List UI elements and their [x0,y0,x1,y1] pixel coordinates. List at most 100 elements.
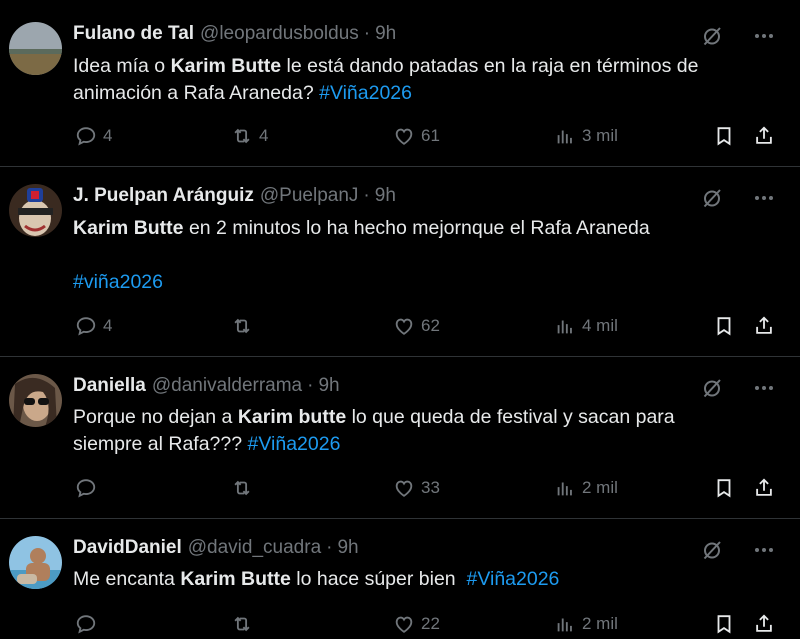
views-button[interactable]: 2 mil [554,473,618,503]
like-count: 61 [421,126,440,145]
grok-icon[interactable] [700,186,724,210]
retweet-icon [231,125,253,147]
grok-icon[interactable] [700,24,724,48]
views-count: 2 mil [582,478,618,497]
tweet-4[interactable]: DavidDaniel @david_cuadra · 9h Me encanta K… [0,519,800,638]
reply-button[interactable]: 4 [75,311,112,341]
share-icon [753,613,775,635]
author-name[interactable]: J. Puelpan Aránguiz [73,185,254,206]
bookmark-button[interactable] [713,609,735,639]
share-button[interactable] [753,473,775,503]
like-count: 33 [421,478,440,497]
bookmark-icon [713,477,735,499]
author-name[interactable]: DavidDaniel [73,537,182,558]
bookmark-icon [713,613,735,635]
author-handle[interactable]: @david_cuadra [188,537,321,558]
avatar[interactable] [9,374,62,427]
like-button[interactable]: 62 [393,311,440,341]
bookmark-button[interactable] [713,311,735,341]
bookmark-button[interactable] [713,473,735,503]
retweet-button[interactable] [231,473,259,503]
retweet-icon [231,613,253,635]
bookmark-button[interactable] [713,121,735,151]
author-name[interactable]: Daniella [73,375,146,396]
views-button[interactable]: 4 mil [554,311,618,341]
grok-icon[interactable] [700,376,724,400]
timestamp[interactable]: 9h [318,375,339,396]
text-segment: animación a Rafa Araneda? [73,82,320,104]
text-segment: Idea mía o [73,55,171,77]
more-icon[interactable] [752,24,776,48]
like-count: 62 [421,316,440,335]
hashtag-link[interactable]: #viña2026 [73,271,163,293]
reply-count: 4 [103,316,113,335]
heart-icon [393,315,415,337]
text-segment: Me encanta [73,568,181,590]
author-handle[interactable]: @PuelpanJ [260,185,359,206]
text-segment: lo que queda de festival y sacan para [346,406,675,428]
more-icon[interactable] [752,186,776,210]
text-segment: le está dando patadas en la raja en térm… [281,55,699,77]
text-bold: Karim butte [237,406,347,428]
reply-button[interactable] [75,473,103,503]
author-handle[interactable]: @danivalderrama [152,375,302,396]
author-name[interactable]: Fulano de Tal [73,23,194,44]
more-icon[interactable] [752,538,776,562]
timestamp[interactable]: 9h [375,185,396,206]
views-icon [554,315,576,337]
like-count: 22 [421,614,440,633]
retweet-button[interactable] [231,311,259,341]
hashtag-link[interactable]: #Viña2026 [466,568,559,590]
retweet-icon [231,477,253,499]
hashtag-link[interactable]: #Viña2026 [319,82,412,104]
like-button[interactable]: 33 [393,473,440,503]
bookmark-icon [713,315,735,337]
heart-icon [393,613,415,635]
tweet-1[interactable]: Fulano de Tal @leopardusboldus · 9h Idea mí… [0,0,800,166]
reply-button[interactable] [75,609,103,639]
views-count: 4 mil [582,316,618,335]
avatar[interactable] [9,184,62,237]
views-icon [554,125,576,147]
views-button[interactable]: 2 mil [554,609,618,639]
share-icon [753,125,775,147]
heart-icon [393,125,415,147]
separator-dot: · [326,537,333,558]
reply-button[interactable]: 4 [75,121,112,151]
tweet-top-icons [700,538,780,562]
tweet-text: Porque no dejan a Karim butte lo que que… [73,404,675,458]
author-handle[interactable]: @leopardusboldus [200,23,359,44]
like-button[interactable]: 22 [393,609,440,639]
views-count: 3 mil [582,126,618,145]
tweet-text: Karim Butte en 2 minutos lo ha hecho mej… [73,215,650,296]
timestamp[interactable]: 9h [375,23,396,44]
tweet-header: Daniella @danivalderrama · 9h [73,375,340,397]
share-button[interactable] [753,609,775,639]
tweet-top-icons [700,376,780,400]
separator-dot: · [307,375,314,396]
text-bold: Karim Butte [180,568,291,590]
more-icon[interactable] [752,376,776,400]
retweet-button[interactable]: 4 [231,121,268,151]
text-segment: en 2 minutos lo ha hecho mejornque el Ra… [183,217,650,239]
heart-icon [393,477,415,499]
tweet-2[interactable]: J. Puelpan Aránguiz @PuelpanJ · 9h Karim Bu… [0,167,800,355]
retweet-button[interactable] [231,609,259,639]
tweet-header: Fulano de Tal @leopardusboldus · 9h [73,23,396,45]
avatar[interactable] [9,536,62,589]
share-icon [753,477,775,499]
timestamp[interactable]: 9h [337,537,358,558]
text-segment: siempre al Rafa??? [73,433,248,455]
like-button[interactable]: 61 [393,121,440,151]
share-button[interactable] [753,311,775,341]
views-button[interactable]: 3 mil [554,121,618,151]
share-button[interactable] [753,121,775,151]
reply-icon [75,125,97,147]
hashtag-link[interactable]: #Viña2026 [248,433,341,455]
action-bar: 4 62 4 mil [73,311,783,341]
share-icon [753,315,775,337]
avatar[interactable] [9,22,62,75]
grok-icon[interactable] [700,538,724,562]
action-bar: 4 4 61 3 mil [73,121,783,151]
tweet-3[interactable]: Daniella @danivalderrama · 9h Porque no dej… [0,357,800,517]
